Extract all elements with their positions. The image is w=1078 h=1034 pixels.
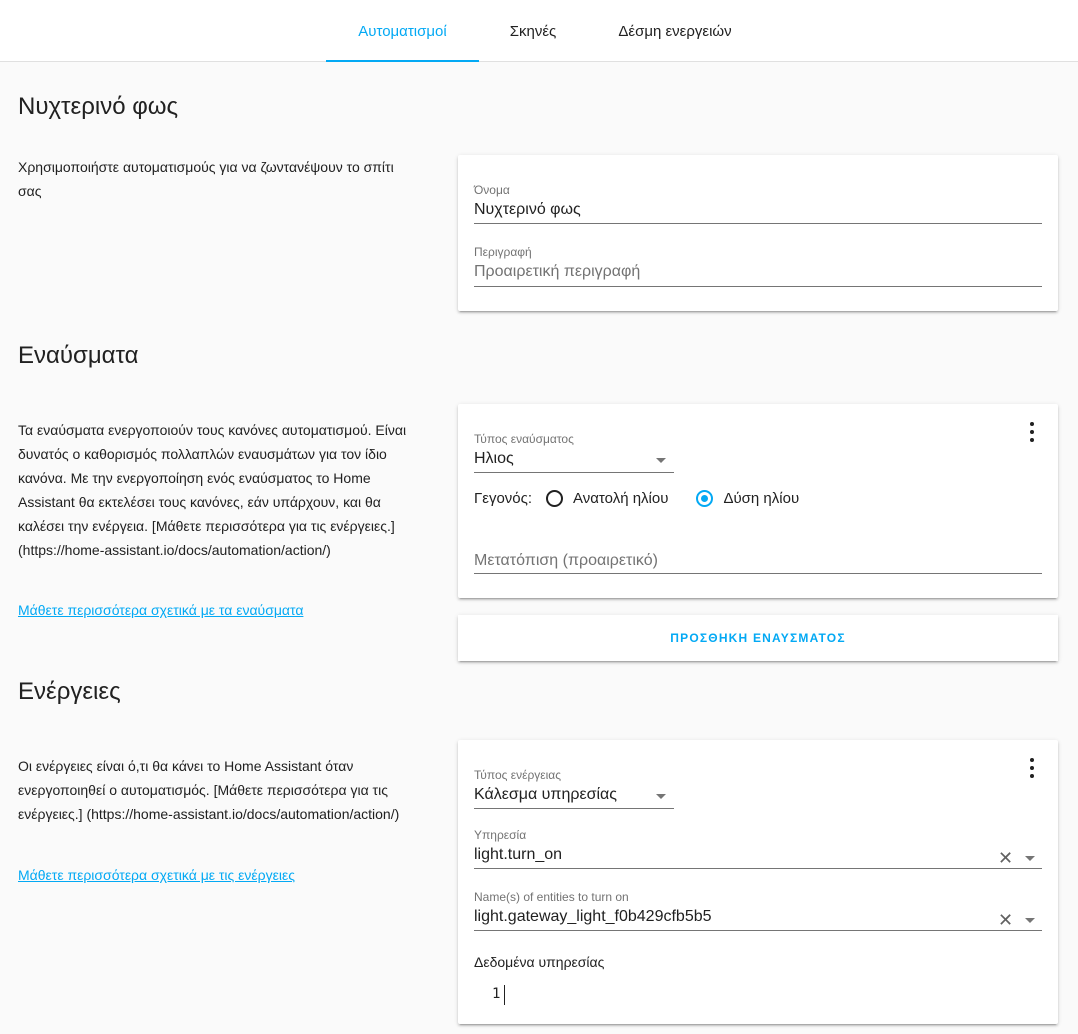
add-trigger-button[interactable]: ΠΡΟΣΘΗΚΗ ΕΝΑΥΣΜΑΤΟΣ	[458, 615, 1058, 661]
event-label: Γεγονός:	[474, 490, 533, 507]
trigger-type-value[interactable]: Ηλιος	[474, 450, 674, 468]
trigger-type-underline	[474, 472, 674, 473]
radio-sunset-label[interactable]: Δύση ηλίου	[723, 490, 799, 507]
automation-title: Νυχτερινό φως	[18, 93, 179, 120]
trigger-type-dropdown[interactable]: Τύπος εναύσματος Ηλιος	[474, 432, 674, 473]
actions-title: Ενέργειες	[18, 678, 121, 705]
triggers-title: Εναύσματα	[18, 342, 139, 369]
action-type-label: Τύπος ενέργειας	[474, 768, 562, 782]
chevron-down-icon[interactable]	[1025, 918, 1035, 923]
radio-sunrise-label[interactable]: Ανατολή ηλίου	[573, 490, 668, 507]
chevron-down-icon[interactable]	[656, 458, 666, 463]
service-underline	[474, 868, 1042, 869]
triggers-description: Τα εναύσματα ενεργοποιούν τους κανόνες α…	[18, 422, 407, 558]
service-input[interactable]: light.turn_on	[474, 846, 1042, 864]
radio-sunset[interactable]	[696, 490, 714, 507]
offset-field[interactable]: Μετατόπιση (προαιρετικό)	[474, 548, 1042, 574]
top-tab-bar: Αυτοματισμοί Σκηνές Δέσμη ενεργειών	[0, 0, 1078, 62]
description-underline	[474, 286, 1042, 287]
action-card: Τύπος ενέργειας Κάλεσμα υπηρεσίας Υπηρεσ…	[458, 740, 1058, 1024]
automation-info-card: Όνομα Νυχτερινό φως Περιγραφή Προαιρετικ…	[458, 155, 1058, 311]
offset-underline	[474, 573, 1042, 574]
description-label: Περιγραφή	[474, 245, 532, 259]
actions-learn-more-link[interactable]: Μάθετε περισσότερα σχετικά με τις ενέργε…	[18, 867, 295, 883]
name-input[interactable]: Νυχτερινό φως	[474, 201, 1042, 219]
trigger-card: Τύπος εναύσματος Ηλιος Γεγονός: Ανατολή …	[458, 404, 1058, 598]
service-data-label: Δεδομένα υπηρεσίας	[474, 954, 605, 970]
action-type-underline	[474, 808, 674, 809]
service-data-field: Δεδομένα υπηρεσίας	[474, 954, 1042, 972]
clear-icon[interactable]: ✕	[998, 849, 1013, 867]
automation-description: Χρησιμοποιήστε αυτοματισμούς για να ζωντ…	[18, 159, 394, 199]
active-tab-indicator	[326, 60, 479, 62]
action-type-dropdown[interactable]: Τύπος ενέργειας Κάλεσμα υπηρεσίας	[474, 768, 674, 809]
name-underline	[474, 223, 1042, 224]
entities-underline	[474, 930, 1042, 931]
code-line-number: 1	[492, 986, 501, 1002]
tab-scripts[interactable]: Δέσμη ενεργειών	[600, 0, 750, 62]
chevron-down-icon[interactable]	[656, 794, 666, 799]
clear-icon[interactable]: ✕	[998, 911, 1013, 929]
tab-automations[interactable]: Αυτοματισμοί	[326, 0, 479, 62]
chevron-down-icon[interactable]	[1025, 856, 1035, 861]
description-input[interactable]: Προαιρετική περιγραφή	[474, 263, 1042, 281]
entities-field[interactable]: Name(s) of entities to turn on light.gat…	[474, 890, 1042, 931]
service-field[interactable]: Υπηρεσία light.turn_on ✕	[474, 828, 1042, 869]
tab-scenes[interactable]: Σκηνές	[479, 0, 587, 62]
actions-description: Οι ενέργειες είναι ό,τι θα κάνει το Home…	[18, 758, 400, 822]
trigger-type-label: Τύπος εναύσματος	[474, 432, 574, 446]
description-field[interactable]: Περιγραφή Προαιρετική περιγραφή	[474, 245, 1042, 287]
more-vert-icon[interactable]	[1026, 758, 1038, 778]
offset-input[interactable]: Μετατόπιση (προαιρετικό)	[474, 552, 1042, 570]
event-radio-group: Γεγονός: Ανατολή ηλίου Δύση ηλίου	[474, 490, 799, 507]
name-label: Όνομα	[474, 183, 510, 197]
action-type-value[interactable]: Κάλεσμα υπηρεσίας	[474, 786, 674, 804]
radio-sunrise[interactable]	[546, 490, 564, 507]
name-field[interactable]: Όνομα Νυχτερινό φως	[474, 183, 1042, 224]
triggers-learn-more-link[interactable]: Μάθετε περισσότερα σχετικά με τα εναύσμα…	[18, 602, 303, 618]
entities-input[interactable]: light.gateway_light_f0b429cfb5b5	[474, 908, 1042, 926]
more-vert-icon[interactable]	[1026, 422, 1038, 442]
service-label: Υπηρεσία	[474, 828, 527, 842]
code-editor-cursor[interactable]	[504, 985, 505, 1005]
entities-label: Name(s) of entities to turn on	[474, 890, 629, 904]
